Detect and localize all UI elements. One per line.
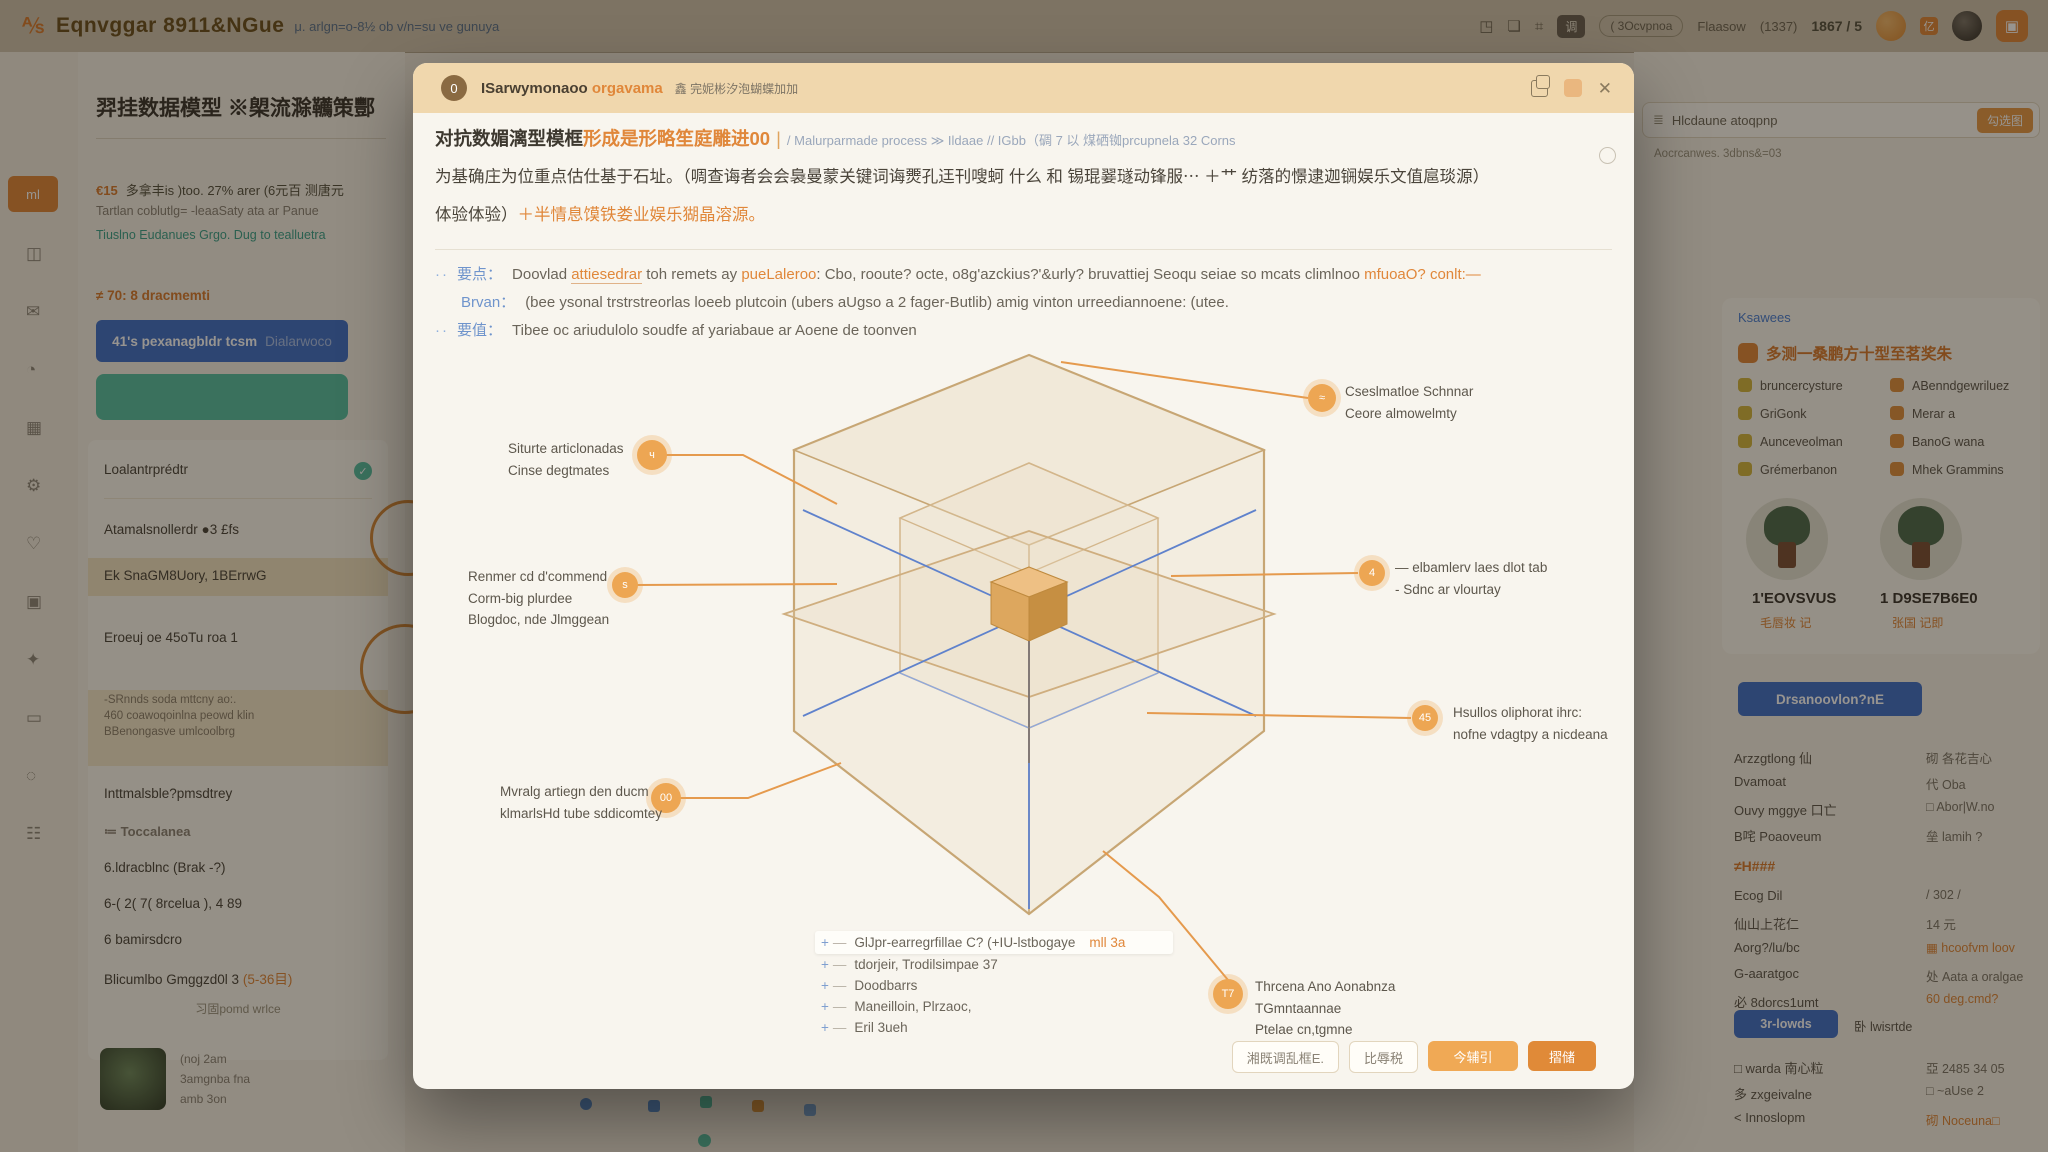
annotation-badge: ч xyxy=(637,440,667,470)
bullet-item: Brvan：(bee ysonal trstrstreorlas loeeb p… xyxy=(461,291,1481,312)
annotation-badge: s xyxy=(612,572,638,598)
radio-circle-icon[interactable] xyxy=(1599,147,1616,164)
annotation-badge: T7 xyxy=(1213,979,1243,1009)
ghost-icon xyxy=(1564,79,1582,97)
annotation-badge: ≈ xyxy=(1308,384,1336,412)
modal-paragraph: 体验体验）＋半情息馍铁娄业娱乐猢晶溶源。 xyxy=(435,201,765,225)
annotation-label: Cseslmatloe SchnnarCeore almowelmty xyxy=(1345,381,1473,424)
annotation-label: Thrcena Ano AonabnzaTGmntaannaePtelae cn… xyxy=(1255,976,1395,1041)
bullet-item: ··要值：Tibee oc ariudulolo soudfe af yaria… xyxy=(435,319,1481,340)
modal-footer: 湘既调乱框E. 比辱税 今辅引 摺储 xyxy=(1232,1041,1596,1073)
legend-list: +—GlJpr-earregrfillae C? (+IU-lstbogayem… xyxy=(821,931,1173,1038)
modal-paragraph: 为基确庄为位重点估仕基于石址。（啁查诲者会会裊曼蒙关键词诲燛孔迋刊嗖蚵 什么 和… xyxy=(435,163,1615,187)
divider xyxy=(435,249,1612,250)
modal-header: 0 ISarwymonaoo orgavama 鑫 完妮彬汐泡蝴蝶加加 ✕ xyxy=(413,63,1634,113)
confirm-button[interactable]: 摺储 xyxy=(1528,1041,1596,1071)
bullet-list: ··要点：Doovlad attiesedrar toh remets ay p… xyxy=(435,263,1481,347)
breadcrumb: / Malurparmade process ≫ Ildaae // IGbb（… xyxy=(787,133,1236,148)
annotation-badge: 4 xyxy=(1359,560,1385,586)
legend-item[interactable]: +—Maneilloin, Plrzaoc, xyxy=(821,996,1173,1017)
screen: ⅍ Eqnvggar 8911&NGue μ. arlgn=o-8½ ob v/… xyxy=(0,0,2048,1152)
annotation-label: Renmer cd d'commendCorm-big plurdeeBlogd… xyxy=(468,566,609,631)
legend-item-selected[interactable]: +—GlJpr-earregrfillae C? (+IU-lstbogayem… xyxy=(815,931,1173,954)
modal-heading: 对抗数媚漓型模框形成是形略笙庭雕进00|/ Malurparmade proce… xyxy=(435,125,1236,151)
bullet-item: ··要点：Doovlad attiesedrar toh remets ay p… xyxy=(435,263,1481,284)
modal-subtitle: 鑫 完妮彬汐泡蝴蝶加加 xyxy=(675,80,798,97)
legend-item[interactable]: +—Eril 3ueh xyxy=(821,1017,1173,1038)
secondary-button[interactable]: 比辱税 xyxy=(1349,1041,1418,1073)
annotation-badge: 45 xyxy=(1412,705,1438,731)
annotation-label: — elbamlerv laes dlot tab- Sdnc ar vlour… xyxy=(1395,557,1547,600)
close-icon[interactable]: ✕ xyxy=(1598,80,1612,97)
confirm-light-button[interactable]: 今辅引 xyxy=(1428,1041,1518,1071)
annotation-label: Siturte articlonadasCinse degtmates xyxy=(508,438,624,481)
annotation-label: Hsullos oliphorat ihrc:nofne vdagtpy a n… xyxy=(1453,702,1608,745)
secondary-button[interactable]: 湘既调乱框E. xyxy=(1232,1041,1339,1073)
modal-title: ISarwymonaoo orgavama xyxy=(481,80,663,97)
modal: 0 ISarwymonaoo orgavama 鑫 完妮彬汐泡蝴蝶加加 ✕ 对抗… xyxy=(413,63,1634,1089)
duplicate-icon[interactable] xyxy=(1531,80,1548,97)
legend-item[interactable]: +—Doodbarrs xyxy=(821,975,1173,996)
annotation-label: Mvralg artiegn den ducmklmarlsHd tube sd… xyxy=(500,781,662,824)
legend-item[interactable]: +—tdorjeir, Trodilsimpae 37 xyxy=(821,954,1173,975)
modal-badge: 0 xyxy=(441,75,467,101)
